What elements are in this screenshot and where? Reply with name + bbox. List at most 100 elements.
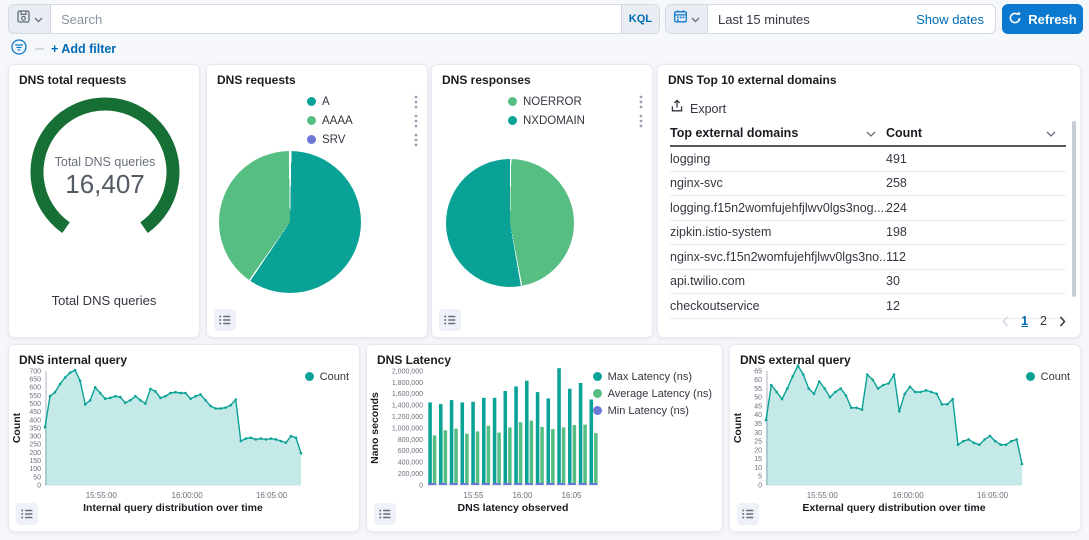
domain-cell: nginx-svc	[670, 176, 886, 190]
date-picker: Last 15 minutes Show dates	[665, 4, 996, 34]
search-input[interactable]	[51, 12, 621, 27]
date-quick-select[interactable]	[666, 5, 708, 33]
table-header: Top external domains Count	[670, 121, 1066, 147]
domain-cell: zipkin.istio-system	[670, 225, 886, 239]
legend-item[interactable]: AAAA	[307, 111, 419, 130]
legend: A AAAA SRV	[307, 92, 419, 149]
filter-icon[interactable]	[10, 38, 28, 61]
page-number-2[interactable]: 2	[1040, 314, 1047, 328]
svg-text:450: 450	[29, 409, 41, 416]
legend: Count	[1026, 368, 1070, 385]
table-row: nginx-svc 258	[670, 172, 1066, 197]
legend-label: Min Latency (ns)	[608, 405, 689, 417]
legend-dot	[508, 97, 517, 106]
legend-options-button[interactable]	[413, 133, 419, 147]
saved-query-menu[interactable]	[9, 5, 51, 33]
legend-toggle-button[interactable]	[439, 309, 461, 331]
legend-dot	[593, 406, 602, 415]
svg-text:DNS latency observed: DNS latency observed	[458, 502, 569, 514]
saved-query-icon	[16, 9, 31, 29]
count-cell: 30	[886, 274, 1066, 288]
svg-text:65: 65	[754, 368, 762, 375]
panel-title: DNS Top 10 external domains	[658, 65, 1080, 87]
svg-text:50: 50	[33, 474, 41, 481]
panel-top-external-domains: DNS Top 10 external domains Export Top e…	[657, 64, 1081, 338]
previous-page-button[interactable]	[1002, 316, 1009, 327]
table-row: api.twilio.com 30	[670, 270, 1066, 295]
legend-label: Count	[1041, 371, 1070, 383]
panel-dns-latency: DNS Latency 0200,000400,000600,000800,00…	[366, 344, 723, 532]
time-range-value[interactable]: Last 15 minutes	[708, 12, 810, 27]
pie-chart-dns-requests[interactable]	[219, 151, 361, 293]
chevron-down-icon	[866, 126, 876, 140]
legend-item[interactable]: SRV	[307, 130, 419, 149]
table-row: zipkin.istio-system 198	[670, 221, 1066, 246]
svg-text:0: 0	[37, 482, 41, 489]
legend-toggle-button[interactable]	[214, 309, 236, 331]
legend-item[interactable]: Average Latency (ns)	[593, 385, 712, 402]
svg-text:350: 350	[29, 425, 41, 432]
column-header-domains[interactable]: Top external domains	[670, 126, 886, 140]
legend-item[interactable]: Count	[1026, 368, 1070, 385]
svg-text:External query distribution ov: External query distribution over time	[802, 502, 985, 514]
svg-text:700: 700	[29, 368, 41, 375]
svg-text:250: 250	[29, 442, 41, 449]
legend-dot	[307, 135, 316, 144]
count-cell: 491	[886, 152, 1066, 166]
refresh-label: Refresh	[1028, 12, 1076, 27]
domain-table-body: logging 491 nginx-svc 258 logging.f15n2w…	[670, 147, 1066, 319]
export-button[interactable]: Export	[670, 99, 726, 118]
legend-label: Average Latency (ns)	[608, 388, 712, 400]
legend-item[interactable]: A	[307, 92, 419, 111]
count-cell: 112	[886, 250, 1066, 264]
legend-options-button[interactable]	[413, 95, 419, 109]
legend-item[interactable]: NOERROR	[508, 92, 644, 111]
show-dates-link[interactable]: Show dates	[916, 12, 995, 27]
svg-text:600,000: 600,000	[398, 448, 423, 455]
legend-item[interactable]: NXDOMAIN	[508, 111, 644, 130]
svg-text:5: 5	[758, 474, 762, 481]
kql-language-button[interactable]: KQL	[621, 5, 659, 33]
area-chart-external-query[interactable]: 0510152025303540455055606515:55:0016:00:…	[732, 363, 1076, 515]
refresh-button[interactable]: Refresh	[1002, 4, 1083, 34]
area-chart-internal-query[interactable]: 0501001502002503003504004505005506006507…	[11, 363, 355, 515]
legend: NOERROR NXDOMAIN	[508, 92, 644, 130]
legend-toggle-button[interactable]	[16, 503, 38, 525]
list-icon	[443, 313, 457, 327]
legend-toggle-button[interactable]	[737, 503, 759, 525]
table-scrollbar[interactable]	[1072, 121, 1076, 297]
legend-item[interactable]: Min Latency (ns)	[593, 402, 712, 419]
panel-dns-requests: DNS requests A AAAA SRV	[206, 64, 428, 338]
add-filter-button[interactable]: + Add filter	[51, 42, 116, 56]
svg-text:1,000,000: 1,000,000	[392, 425, 423, 432]
column-header-count[interactable]: Count	[886, 126, 1066, 140]
legend-label: Count	[320, 371, 349, 383]
svg-text:0: 0	[758, 482, 762, 489]
legend-toggle-button[interactable]	[374, 503, 396, 525]
pie-chart-dns-responses[interactable]	[446, 159, 574, 287]
svg-text:1,400,000: 1,400,000	[392, 403, 423, 410]
legend-item[interactable]: Count	[305, 368, 349, 385]
svg-text:Internal query distribution ov: Internal query distribution over time	[83, 502, 263, 514]
svg-text:25: 25	[754, 439, 762, 446]
svg-text:15: 15	[754, 456, 762, 463]
export-icon	[670, 99, 684, 118]
legend-label: Max Latency (ns)	[608, 371, 692, 383]
list-icon	[741, 507, 755, 521]
legend-dot	[593, 389, 602, 398]
panel-dns-external-query: DNS external query 051015202530354045505…	[729, 344, 1081, 532]
svg-text:150: 150	[29, 458, 41, 465]
svg-text:1,600,000: 1,600,000	[392, 391, 423, 398]
svg-text:400: 400	[29, 417, 41, 424]
svg-text:10: 10	[754, 465, 762, 472]
svg-text:16:00: 16:00	[512, 491, 533, 500]
gauge-bottom-label: Total DNS queries	[9, 293, 199, 308]
legend-options-button[interactable]	[638, 95, 644, 109]
next-page-button[interactable]	[1059, 316, 1066, 327]
pagination: 1 2	[1002, 314, 1066, 328]
legend-options-button[interactable]	[413, 114, 419, 128]
legend-item[interactable]: Max Latency (ns)	[593, 368, 712, 385]
svg-text:2,000,000: 2,000,000	[392, 368, 423, 375]
legend-options-button[interactable]	[638, 114, 644, 128]
page-number-1[interactable]: 1	[1021, 314, 1028, 328]
